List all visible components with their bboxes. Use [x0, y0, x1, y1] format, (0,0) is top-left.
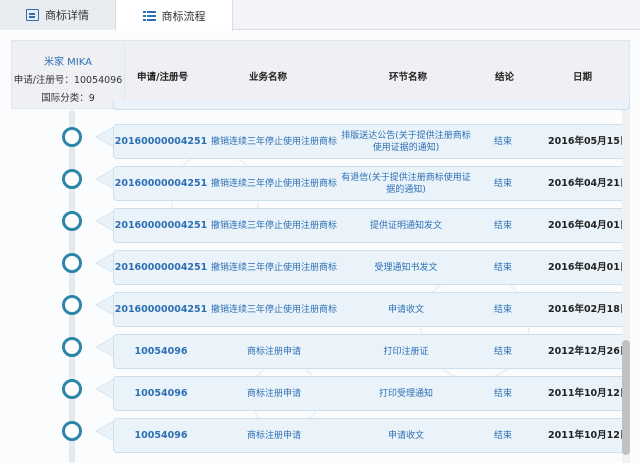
row-date: 2016年04月01日 [548, 261, 630, 273]
brand-reg-no: 申请/注册号：10054096 [13, 75, 123, 86]
row-pointer [95, 211, 113, 231]
scrollbar-thumb[interactable] [622, 340, 630, 455]
timeline-node [62, 337, 82, 357]
row-reg-no[interactable]: 20160000004251 [114, 251, 208, 284]
row-step: 打印注册证 [383, 346, 429, 357]
row-step: 申请收文 [387, 430, 424, 441]
timeline-node [62, 421, 82, 441]
list-icon [142, 10, 156, 22]
row-date: 2016年05月15日 [548, 135, 630, 147]
brand-name[interactable]: 米家 MIKA [12, 53, 124, 68]
table-row[interactable]: 20160000004251 撤销连续三年停止使用注册商标 申请收文 结束 20… [113, 292, 630, 327]
row-date: 2012年12月26日 [548, 345, 630, 357]
row-date: 2016年04月21日 [548, 177, 630, 189]
tab-trademark-flow[interactable]: 商标流程 [116, 0, 233, 31]
row-pointer [95, 253, 113, 273]
row-reg-no[interactable]: 10054096 [114, 377, 208, 410]
col-header-business: 业务名称 [249, 72, 288, 83]
row-pointer [95, 169, 113, 189]
col-header-date: 日期 [573, 72, 593, 83]
row-business: 撤销连续三年停止使用注册商标 [210, 304, 337, 315]
tab-label: 商标流程 [161, 9, 206, 23]
table-row[interactable]: 10054096 商标注册申请 打印注册证 结束 2012年12月26日 [113, 334, 630, 369]
row-pointer [95, 127, 113, 147]
row-result: 结束 [493, 136, 512, 147]
row-business: 撤销连续三年停止使用注册商标 [210, 262, 337, 273]
row-reg-no[interactable]: 10054096 [114, 419, 208, 452]
table-row[interactable]: 20160000004251 撤销连续三年停止使用注册商标 有退信(关于提供注册… [113, 166, 630, 201]
row-step: 排版送达公告(关于提供注册商标使用证据的通知) [341, 130, 471, 153]
timeline-node [62, 169, 82, 189]
row-step: 打印受理通知 [378, 388, 433, 399]
row-reg-no[interactable]: 20160000004251 [114, 293, 208, 326]
brand-summary-card: 米家 MIKA 申请/注册号：10054096 国际分类：9 [11, 40, 125, 109]
timeline-node [62, 253, 82, 273]
table-row[interactable]: 10054096 商标注册申请 申请收文 结束 2011年10月12日 [113, 418, 630, 453]
row-business: 撤销连续三年停止使用注册商标 [210, 136, 337, 147]
row-pointer [95, 337, 113, 357]
row-reg-no[interactable]: 20160000004251 [114, 125, 208, 158]
document-icon [26, 9, 39, 21]
tab-trademark-details[interactable]: 商标详情 [0, 0, 116, 30]
row-pointer [95, 295, 113, 315]
timeline-node [62, 379, 82, 399]
row-business: 撤销连续三年停止使用注册商标 [210, 220, 337, 231]
row-pointer [95, 421, 113, 441]
timeline-node [62, 211, 82, 231]
row-step: 受理通知书发文 [374, 262, 438, 273]
table-row[interactable]: 20160000004251 撤销连续三年停止使用注册商标 排版送达公告(关于提… [113, 124, 630, 159]
table-header: 申请/注册号 业务名称 环节名称 结论 日期 [125, 40, 630, 109]
row-reg-no[interactable]: 20160000004251 [114, 209, 208, 242]
row-reg-no[interactable]: 10054096 [114, 335, 208, 368]
timeline-node [62, 127, 82, 147]
row-business: 撤销连续三年停止使用注册商标 [210, 178, 337, 189]
row-step: 提供证明通知发文 [369, 220, 442, 231]
timeline-line [69, 110, 75, 463]
row-date: 2016年04月01日 [548, 219, 630, 231]
tab-label: 商标详情 [45, 9, 89, 22]
row-business: 商标注册申请 [246, 430, 301, 441]
table-row-partial [113, 100, 630, 110]
row-date: 2011年10月12日 [548, 387, 630, 399]
row-date: 2016年02月18日 [548, 303, 630, 315]
col-header-step: 环节名称 [389, 72, 428, 83]
row-result: 结束 [493, 178, 512, 189]
row-result: 结束 [493, 430, 512, 441]
row-result: 结束 [493, 346, 512, 357]
row-result: 结束 [493, 388, 512, 399]
col-header-result: 结论 [495, 72, 515, 83]
table-row[interactable]: 20160000004251 撤销连续三年停止使用注册商标 受理通知书发文 结束… [113, 250, 630, 285]
table-row[interactable]: 10054096 商标注册申请 打印受理通知 结束 2011年10月12日 [113, 376, 630, 411]
brand-intl-class: 国际分类：9 [41, 93, 95, 104]
row-business: 商标注册申请 [246, 346, 301, 357]
row-date: 2011年10月12日 [548, 429, 630, 441]
table-row[interactable]: 20160000004251 撤销连续三年停止使用注册商标 提供证明通知发文 结… [113, 208, 630, 243]
row-result: 结束 [493, 220, 512, 231]
row-step: 申请收文 [387, 304, 424, 315]
row-business: 商标注册申请 [246, 388, 301, 399]
timeline-node [62, 295, 82, 315]
col-header-reg-no: 申请/注册号 [137, 72, 188, 83]
row-result: 结束 [493, 262, 512, 273]
tab-bar: 商标详情 商标流程 [0, 0, 640, 31]
row-result: 结束 [493, 304, 512, 315]
trademark-flow-window: 商标详情 商标流程 米家 MIKA 申请/注册号：10054096 国际分类：9… [0, 0, 640, 463]
row-step: 有退信(关于提供注册商标使用证据的通知) [341, 172, 471, 195]
row-pointer [95, 379, 113, 399]
row-reg-no[interactable]: 20160000004251 [114, 167, 208, 200]
